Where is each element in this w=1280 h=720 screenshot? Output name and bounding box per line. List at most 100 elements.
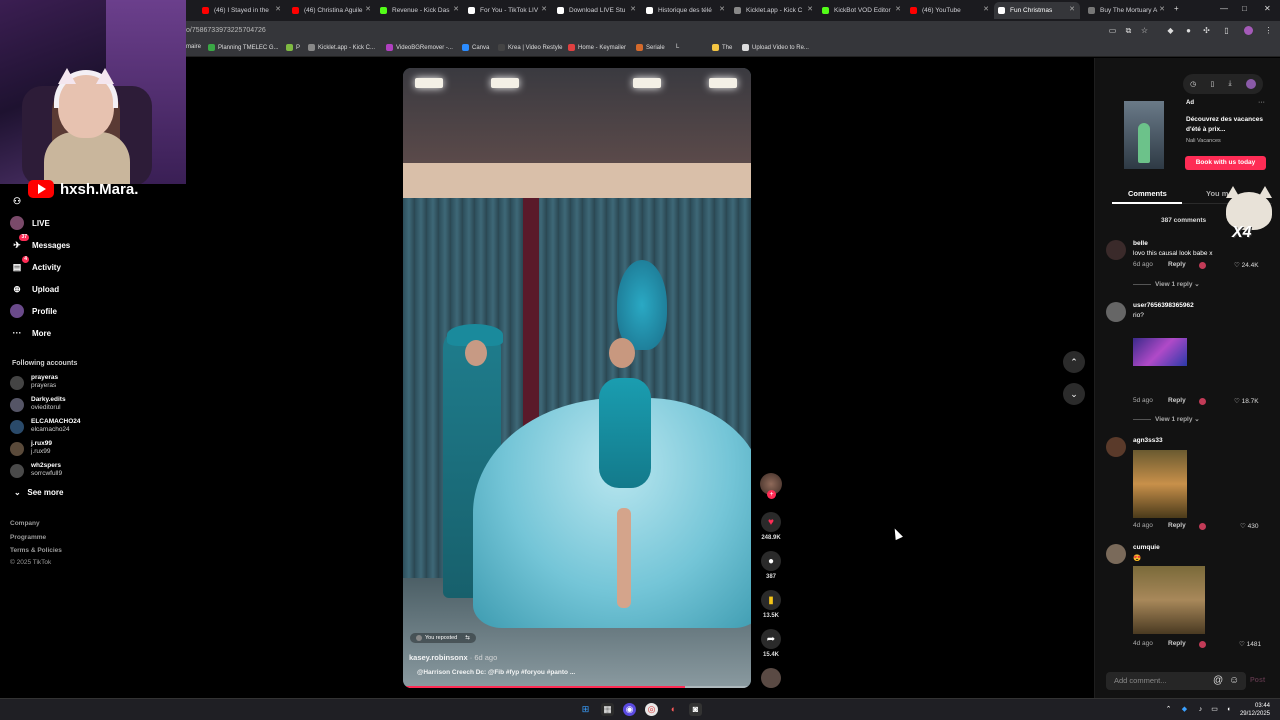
- bookmark-star-icon[interactable]: ☆: [1140, 26, 1149, 35]
- comment-like[interactable]: ♡ 18.7K: [1234, 397, 1259, 405]
- close-tab-icon[interactable]: ✕: [719, 5, 725, 13]
- browser-tab[interactable]: Download LIVE Stu ✕: [553, 2, 641, 19]
- dislike-icon[interactable]: [1199, 641, 1206, 648]
- browser-tab[interactable]: Historique des télé ✕: [642, 2, 730, 19]
- comment-image[interactable]: [1133, 338, 1187, 366]
- menu-icon[interactable]: ⋮: [1264, 26, 1273, 35]
- display-icon[interactable]: ▭: [1208, 703, 1221, 716]
- bookmark[interactable]: Canva: [462, 44, 489, 51]
- download-icon[interactable]: ⤓: [1229, 80, 1232, 88]
- following-account[interactable]: Darky.edits ovieditorul: [10, 396, 66, 412]
- reply-button[interactable]: Reply: [1168, 522, 1186, 529]
- following-account[interactable]: wh2spers sorrcwfull9: [10, 462, 62, 478]
- dislike-icon[interactable]: [1199, 398, 1206, 405]
- close-tab-icon[interactable]: ✕: [807, 5, 813, 13]
- bookmark[interactable]: L: [676, 44, 679, 50]
- avatar[interactable]: [1106, 437, 1126, 457]
- phone-icon[interactable]: ▯: [1210, 80, 1214, 88]
- sidebar-item-more[interactable]: ··· More: [10, 326, 52, 340]
- browser-tab[interactable]: KickBot VOD Editor ✕: [818, 2, 906, 19]
- following-account[interactable]: ELCAMACHO24 elcamacho24: [10, 418, 80, 434]
- sidebar-item-following[interactable]: ⚇: [10, 194, 32, 208]
- sidebar-item-profile[interactable]: Profile: [10, 304, 57, 318]
- ad-cta-button[interactable]: Book with us today: [1185, 156, 1266, 170]
- windows-start-icon[interactable]: ⊞: [579, 703, 592, 716]
- bookmark[interactable]: Krea | Video Restyle: [498, 44, 562, 51]
- dislike-icon[interactable]: [1199, 523, 1206, 530]
- avatar[interactable]: [1106, 240, 1126, 260]
- more-options-icon[interactable]: ···: [1258, 99, 1265, 106]
- see-more-button[interactable]: ⌄ See more: [14, 488, 63, 497]
- bookmark[interactable]: VideoBGRemover -...: [386, 44, 453, 51]
- tray-app-icon[interactable]: ◆: [1178, 703, 1191, 716]
- avatar[interactable]: [1245, 79, 1256, 89]
- close-tab-icon[interactable]: ✕: [275, 5, 281, 13]
- avatar[interactable]: [1106, 544, 1126, 564]
- maximize-icon[interactable]: □: [1242, 4, 1247, 13]
- puzzle-icon[interactable]: ✣: [1202, 26, 1211, 35]
- emoji-icon[interactable]: ☺: [1229, 675, 1239, 686]
- comment-image[interactable]: [1133, 450, 1187, 518]
- browser-tab[interactable]: (46) I Stayed in the ✕: [198, 2, 286, 19]
- mention-icon[interactable]: @: [1213, 675, 1223, 686]
- tab-comments[interactable]: Comments: [1128, 189, 1167, 198]
- following-account[interactable]: j.rux99 j.rux99: [10, 440, 52, 456]
- minimize-icon[interactable]: —: [1220, 4, 1228, 13]
- footer-link[interactable]: Terms & Policies: [10, 547, 62, 554]
- bookmark[interactable]: Seriale: [636, 44, 665, 51]
- bookmark[interactable]: The: [712, 44, 732, 51]
- video-author[interactable]: kasey.robinsonx · 6d ago: [409, 653, 497, 662]
- view-replies-button[interactable]: View 1 reply ⌄: [1133, 415, 1200, 423]
- post-button[interactable]: Post: [1250, 677, 1265, 684]
- ad-thumbnail[interactable]: [1124, 101, 1164, 169]
- comment-author[interactable]: agn3ss33: [1133, 437, 1163, 444]
- comment-like[interactable]: ♡ 1481: [1239, 640, 1261, 648]
- extension-icon[interactable]: ●: [1184, 26, 1193, 35]
- reply-button[interactable]: Reply: [1168, 397, 1186, 404]
- sidebar-item-live[interactable]: LIVE: [10, 216, 50, 230]
- bookmark[interactable]: maire: [186, 44, 201, 50]
- close-tab-icon[interactable]: ✕: [1069, 5, 1075, 13]
- comment-author[interactable]: user7656398365962: [1133, 302, 1194, 309]
- browser-tab-active[interactable]: Fun Christmas ✕: [994, 2, 1080, 19]
- sidebar-icon[interactable]: ▯: [1222, 26, 1231, 35]
- volume-icon[interactable]: ◖: [1222, 703, 1235, 716]
- browser-tab[interactable]: Kicklet.app - Kick C ✕: [730, 2, 818, 19]
- reply-button[interactable]: Reply: [1168, 640, 1186, 647]
- url-field[interactable]: o/7586733973225704726: [186, 27, 266, 34]
- footer-link[interactable]: Company: [10, 520, 40, 527]
- chevron-up-icon[interactable]: ⌃: [1162, 703, 1175, 716]
- cast-icon[interactable]: ▭: [1108, 26, 1117, 35]
- close-window-icon[interactable]: ✕: [1264, 4, 1271, 13]
- previous-video-button[interactable]: ⌃: [1063, 351, 1085, 373]
- reposted-badge[interactable]: You reposted ⇆: [410, 633, 476, 643]
- comment-like[interactable]: ♡ 430: [1240, 522, 1259, 530]
- close-tab-icon[interactable]: ✕: [1159, 5, 1165, 13]
- save-button[interactable]: ▮ 13.5K: [760, 590, 782, 619]
- explorer-icon[interactable]: ▦: [601, 703, 614, 716]
- sidebar-item-activity[interactable]: ▤ 4 Activity: [10, 256, 61, 274]
- bookmark[interactable]: Kicklet.app - Kick C...: [308, 44, 375, 51]
- footer-link[interactable]: Programme: [10, 534, 46, 541]
- like-button[interactable]: ♥ 248.9K: [760, 512, 782, 541]
- music-disc[interactable]: [760, 668, 782, 688]
- add-comment-input[interactable]: Add comment...: [1106, 672, 1246, 690]
- comment-like[interactable]: ♡ 24.4K: [1234, 261, 1259, 269]
- obs-icon[interactable]: ◙: [689, 703, 702, 716]
- sidebar-item-upload[interactable]: ⊕ Upload: [10, 282, 59, 296]
- share-button[interactable]: ➦ 15.4K: [760, 629, 782, 658]
- following-account[interactable]: prayeras prayeras: [10, 374, 58, 390]
- browser-tab[interactable]: (46) YouTube ✕: [906, 2, 994, 19]
- system-clock[interactable]: 03:44 29/12/2025: [1240, 702, 1270, 718]
- close-tab-icon[interactable]: ✕: [983, 5, 989, 13]
- comment-author[interactable]: cumquie: [1133, 544, 1160, 551]
- reply-button[interactable]: Reply: [1168, 261, 1186, 268]
- comment-author[interactable]: belle: [1133, 240, 1148, 247]
- close-tab-icon[interactable]: ✕: [541, 5, 547, 13]
- avatar[interactable]: [1106, 302, 1126, 322]
- follow-plus-icon[interactable]: +: [767, 490, 776, 499]
- video-player[interactable]: You reposted ⇆ kasey.robinsonx · 6d ago …: [403, 68, 751, 688]
- browser-tab[interactable]: For You - TikTok LIV ✕: [464, 2, 552, 19]
- close-tab-icon[interactable]: ✕: [895, 5, 901, 13]
- next-video-button[interactable]: ⌄: [1063, 383, 1085, 405]
